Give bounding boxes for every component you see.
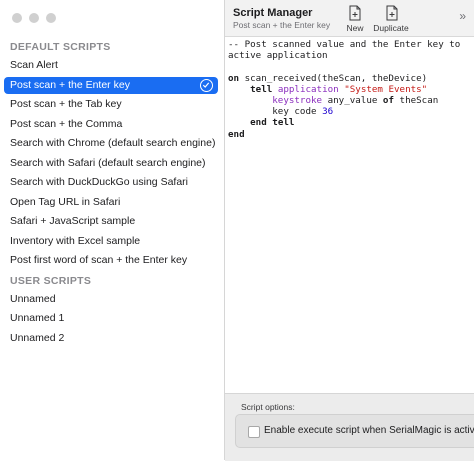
- window-title: Script Manager: [233, 7, 313, 19]
- code-keyword-end-tell: tell: [272, 117, 295, 129]
- code-any-value: any_value: [322, 95, 383, 107]
- execute-when-active-label[interactable]: Enable execute script when SerialMagic i…: [264, 425, 474, 436]
- code-command-keystroke: keystroke: [272, 95, 323, 107]
- sidebar-item-open-tag-url[interactable]: Open Tag URL in Safari: [4, 194, 218, 211]
- duplicate-button-label: Duplicate: [373, 23, 409, 33]
- sidebar-item-scan-alert[interactable]: Scan Alert: [4, 57, 218, 74]
- sidebar-item-label: Post scan + the Enter key: [10, 79, 130, 91]
- code-number-36: 36: [322, 106, 334, 118]
- code-keyword-tell: tell: [250, 83, 273, 95]
- code-keyword-end-handler: end: [228, 128, 245, 140]
- sidebar-item-search-duckduckgo[interactable]: Search with DuckDuckGo using Safari: [4, 174, 218, 191]
- sidebar-item-post-scan-tab[interactable]: Post scan + the Tab key: [4, 96, 218, 113]
- execute-when-active-checkbox[interactable]: [248, 426, 260, 438]
- code-key-code: key code: [272, 106, 323, 118]
- code-keyword-of: of: [382, 95, 394, 107]
- window-subtitle: Post scan + the Enter key: [233, 20, 331, 30]
- user-scripts-header: USER SCRIPTS: [10, 275, 92, 287]
- new-button[interactable]: New: [335, 5, 375, 33]
- duplicate-button[interactable]: Duplicate: [371, 5, 411, 33]
- sidebar-item-post-first-word[interactable]: Post first word of scan + the Enter key: [4, 252, 218, 269]
- sidebar-item-unnamed-1[interactable]: Unnamed 1: [4, 310, 218, 327]
- code-application: application: [277, 83, 339, 95]
- sidebar-item-inventory-excel[interactable]: Inventory with Excel sample: [4, 233, 218, 250]
- code-the-scan: theScan: [394, 95, 439, 107]
- script-options-box: Enable execute script when SerialMagic i…: [235, 414, 474, 448]
- sidebar-item-post-scan-comma[interactable]: Post scan + the Comma: [4, 116, 218, 133]
- code-comment-line-1: -- Post scanned value and the Enter key …: [228, 39, 461, 50]
- sidebar-item-search-safari[interactable]: Search with Safari (default search engin…: [4, 155, 218, 172]
- code-text[interactable]: -- Post scanned value and the Enter key …: [225, 37, 474, 142]
- chevron-double-right-icon[interactable]: »: [459, 9, 466, 23]
- code-keyword-on: on: [228, 72, 240, 84]
- sidebar-item-unnamed-2[interactable]: Unnamed 2: [4, 330, 218, 347]
- zoom-window-button[interactable]: [46, 13, 56, 23]
- code-string-system-events: "System Events": [344, 83, 428, 95]
- new-document-icon: [349, 5, 361, 21]
- duplicate-document-icon: [386, 5, 398, 21]
- script-editor[interactable]: -- Post scanned value and the Enter key …: [225, 37, 474, 393]
- code-comment-line-2: active application: [228, 50, 328, 62]
- script-options-panel: Script options: Enable execute script wh…: [225, 393, 474, 461]
- sidebar: DEFAULT SCRIPTS Scan Alert Post scan + t…: [0, 0, 225, 460]
- sidebar-item-unnamed[interactable]: Unnamed: [4, 291, 218, 308]
- checkmark-circle-icon: [200, 79, 213, 92]
- sidebar-item-safari-javascript[interactable]: Safari + JavaScript sample: [4, 213, 218, 230]
- window-controls: [12, 13, 56, 23]
- minimize-window-button[interactable]: [29, 13, 39, 23]
- code-keyword-end: end: [250, 117, 267, 129]
- sidebar-item-search-chrome[interactable]: Search with Chrome (default search engin…: [4, 135, 218, 152]
- close-window-button[interactable]: [12, 13, 22, 23]
- new-button-label: New: [346, 23, 364, 33]
- app-window: DEFAULT SCRIPTS Scan Alert Post scan + t…: [0, 0, 474, 461]
- sidebar-item-post-scan-enter[interactable]: Post scan + the Enter key: [4, 77, 218, 94]
- code-handler-signature: scan_received(theScan, theDevice): [239, 72, 428, 84]
- script-options-label: Script options:: [241, 402, 295, 412]
- default-scripts-header: DEFAULT SCRIPTS: [10, 41, 111, 53]
- toolbar: Script Manager Post scan + the Enter key…: [225, 0, 474, 37]
